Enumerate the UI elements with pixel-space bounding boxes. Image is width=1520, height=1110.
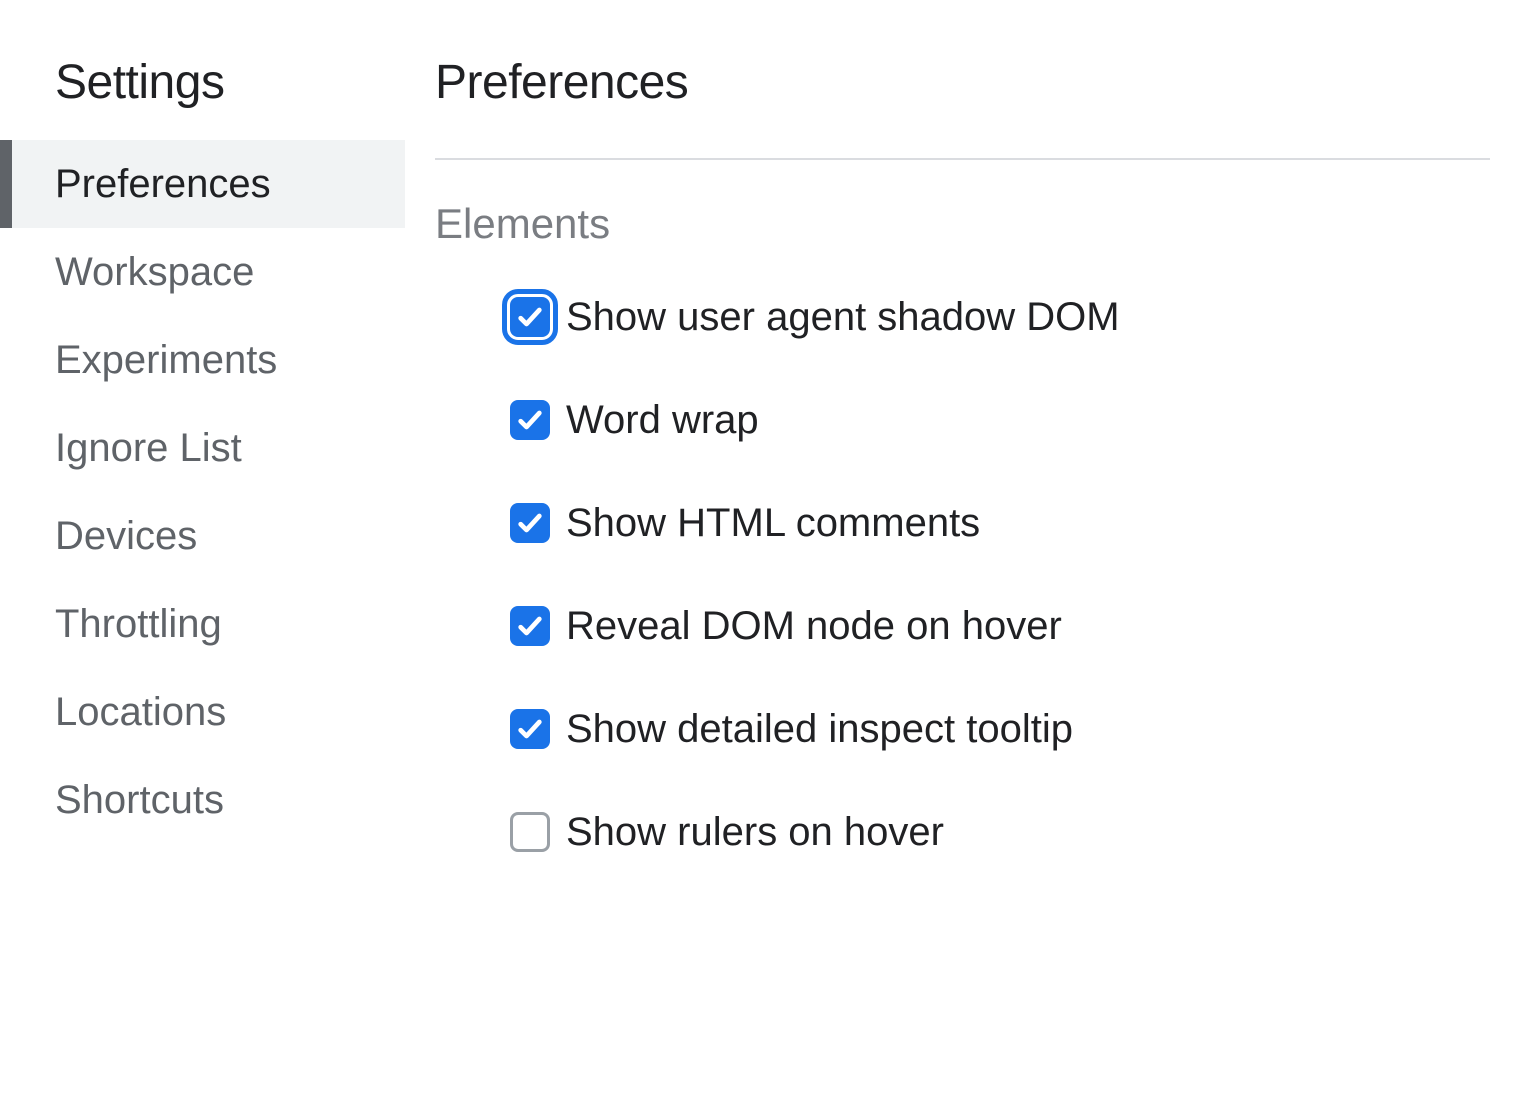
option-label: Show HTML comments [566, 499, 980, 547]
check-icon [516, 612, 544, 640]
check-icon [516, 406, 544, 434]
option-label: Word wrap [566, 396, 759, 444]
elements-section-title: Elements [435, 200, 1490, 248]
sidebar-item-label: Preferences [55, 162, 271, 206]
option-show-detailed-inspect-tooltip[interactable]: Show detailed inspect tooltip [510, 705, 1490, 753]
sidebar-nav-list: Preferences Workspace Experiments Ignore… [0, 140, 405, 844]
sidebar-item-devices[interactable]: Devices [0, 492, 405, 580]
check-icon [516, 715, 544, 743]
sidebar-item-label: Throttling [55, 602, 222, 646]
option-label: Show detailed inspect tooltip [566, 705, 1073, 753]
sidebar-item-label: Workspace [55, 250, 254, 294]
sidebar-item-label: Locations [55, 690, 226, 734]
sidebar-item-preferences[interactable]: Preferences [0, 140, 405, 228]
sidebar-item-label: Shortcuts [55, 778, 224, 822]
settings-sidebar: Settings Preferences Workspace Experimen… [0, 55, 405, 1110]
checkbox-reveal-dom-node-on-hover[interactable] [510, 606, 550, 646]
preferences-panel: Preferences Elements Show user agent sha… [405, 55, 1520, 1110]
elements-options-list: Show user agent shadow DOM Word wrap Sho… [435, 293, 1490, 856]
sidebar-item-workspace[interactable]: Workspace [0, 228, 405, 316]
option-label: Reveal DOM node on hover [566, 602, 1062, 650]
checkbox-show-html-comments[interactable] [510, 503, 550, 543]
sidebar-item-shortcuts[interactable]: Shortcuts [0, 756, 405, 844]
sidebar-item-label: Ignore List [55, 426, 242, 470]
sidebar-item-experiments[interactable]: Experiments [0, 316, 405, 404]
checkbox-show-detailed-inspect-tooltip[interactable] [510, 709, 550, 749]
checkbox-show-rulers-on-hover[interactable] [510, 812, 550, 852]
option-reveal-dom-node-on-hover[interactable]: Reveal DOM node on hover [510, 602, 1490, 650]
sidebar-item-label: Experiments [55, 338, 277, 382]
check-icon [516, 303, 544, 331]
option-label: Show rulers on hover [566, 808, 944, 856]
settings-title: Settings [0, 55, 405, 140]
option-show-html-comments[interactable]: Show HTML comments [510, 499, 1490, 547]
divider [435, 158, 1490, 160]
sidebar-item-ignore-list[interactable]: Ignore List [0, 404, 405, 492]
sidebar-item-throttling[interactable]: Throttling [0, 580, 405, 668]
option-show-rulers-on-hover[interactable]: Show rulers on hover [510, 808, 1490, 856]
option-word-wrap[interactable]: Word wrap [510, 396, 1490, 444]
checkbox-word-wrap[interactable] [510, 400, 550, 440]
checkbox-show-user-agent-shadow-dom[interactable] [510, 297, 550, 337]
option-label: Show user agent shadow DOM [566, 293, 1120, 341]
sidebar-item-label: Devices [55, 514, 197, 558]
option-show-user-agent-shadow-dom[interactable]: Show user agent shadow DOM [510, 293, 1490, 341]
preferences-title: Preferences [435, 55, 1490, 158]
sidebar-item-locations[interactable]: Locations [0, 668, 405, 756]
check-icon [516, 509, 544, 537]
